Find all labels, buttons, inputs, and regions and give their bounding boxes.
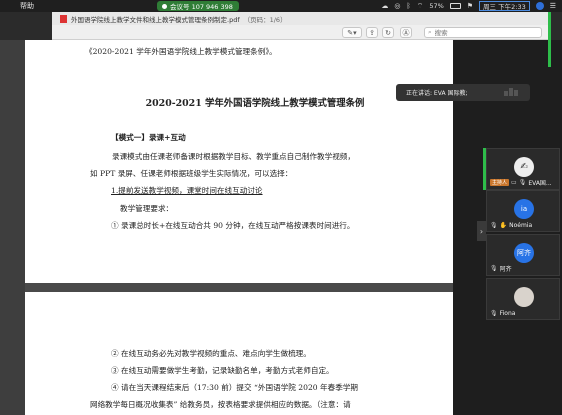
avatar xyxy=(514,287,534,307)
cloud-icon[interactable]: ☁ xyxy=(381,0,388,12)
mic-icon: 🎙 xyxy=(490,265,498,272)
clock: 周三 下午2:33 xyxy=(483,3,526,11)
requirement-4-line2: 网络教学每日概况收集表” 给教务员，按表格要求提供相应的数据。（注意：请 xyxy=(90,400,351,409)
page-count: （页码：1/6） xyxy=(243,15,287,24)
mic-icon: 🎙 xyxy=(490,222,498,229)
battery-percent: 57% xyxy=(429,2,444,10)
pdf-file-icon xyxy=(60,14,67,23)
participant-tile[interactable]: ia 🎙 ✋ Noémia xyxy=(486,190,560,232)
share-indicator-bar xyxy=(548,12,551,67)
battery-icon[interactable] xyxy=(449,3,461,9)
window-title: 外国语学院线上教学文件和线上教学模式管理条例制定.pdf xyxy=(71,15,240,24)
user-avatar-icon[interactable] xyxy=(535,2,544,10)
sidebar-strip xyxy=(0,40,25,415)
preview-toolbar: ✎▾ ⇪ ↻ Ⓐ ⌕ xyxy=(52,25,548,40)
flag-icon[interactable]: ⚑ xyxy=(467,0,473,12)
participant-name-row: 🎙 Fiona xyxy=(490,310,515,317)
avatar: ✍ xyxy=(514,157,534,177)
menu-help[interactable]: 帮助 xyxy=(20,1,34,11)
participant-name: 阿齐 xyxy=(499,266,512,273)
mic-icon: 🎙 xyxy=(518,179,527,186)
participant-name-row: 主持人 ▭ 🎙 EVA国... xyxy=(490,178,552,187)
search-input[interactable] xyxy=(434,28,535,37)
pdf-page-1: 《2020-2021 学年外国语学院线上教学模式管理条例》。 2020-2021… xyxy=(25,40,453,283)
para1-line1: 录课模式由任课老师备课时根据教学目标、教学重点自己制作教学视频， xyxy=(112,152,355,161)
participant-tile[interactable]: 🎙 Fiona xyxy=(486,278,560,320)
audio-level-icon xyxy=(504,88,524,97)
requirements-heading: 教学管理要求： xyxy=(120,204,174,213)
mic-icon: 🎙 xyxy=(490,310,498,317)
participant-tile[interactable]: 阿齐 🎙 阿齐 xyxy=(486,234,560,276)
bluetooth-icon[interactable]: ᛒ xyxy=(407,0,411,12)
share-button[interactable]: ⇪ xyxy=(366,27,378,38)
participant-tile[interactable]: ✍ 主持人 ▭ 🎙 EVA国... xyxy=(486,148,560,190)
participant-name: Fiona xyxy=(499,310,516,317)
pdf-page-2: ② 在线互动务必先对教学视频的重点、难点向学生做梳理。 ③ 在线互动需要做学生考… xyxy=(25,292,453,415)
menu-list-icon[interactable]: ☰ xyxy=(550,0,556,12)
mode-heading: 【模式一】录课+互动 xyxy=(111,133,186,142)
status-tray: ☁ ◎ ᛒ ⌔ 57% ⚑ 周三 下午2:33 ☰ xyxy=(381,0,556,12)
requirement-2: ② 在线互动务必先对教学视频的重点、难点向学生做梳理。 xyxy=(111,349,311,358)
search-icon: ⌕ xyxy=(428,28,432,36)
wechat-icon[interactable]: ◎ xyxy=(394,0,400,12)
markup-pen-button[interactable]: ✎▾ xyxy=(342,27,362,38)
hand-icon: ✋ xyxy=(499,222,508,229)
collapse-panel-icon[interactable]: › xyxy=(477,221,486,241)
participant-name-row: 🎙 ✋ Noémia xyxy=(490,222,532,229)
menu-bar: 帮助 会议号 107 946 398 ☁ ◎ ᛒ ⌔ 57% ⚑ 周三 下午2:… xyxy=(0,0,562,12)
camera-icon: ▭ xyxy=(511,179,517,186)
requirement-3: ③ 在线互动需要做学生考勤，记录缺勤名单，考勤方式老师自定。 xyxy=(111,366,334,375)
meeting-id-pill[interactable]: 会议号 107 946 398 xyxy=(157,1,239,11)
host-badge: 主持人 xyxy=(490,179,510,186)
requirement-1: ① 录课总时长+在线互动合共 90 分钟，在线互动严格按课表时间进行。 xyxy=(111,221,355,230)
item-1: 1.提前发送教学视频，课堂时间在线互动讨论 xyxy=(111,186,263,195)
meeting-id: 会议号 107 946 398 xyxy=(170,3,233,11)
speaking-text: 正在讲话: EVA 国际教; xyxy=(406,90,468,97)
participant-name: Noémia xyxy=(509,222,533,229)
clock-box[interactable]: 周三 下午2:33 xyxy=(479,1,530,11)
annotate-button[interactable]: Ⓐ xyxy=(400,27,412,38)
avatar: ia xyxy=(514,199,534,219)
meeting-dot-icon xyxy=(162,3,167,9)
window-titlebar: 外国语学院线上教学文件和线上教学模式管理条例制定.pdf （页码：1/6） xyxy=(52,12,548,25)
search-field[interactable]: ⌕ xyxy=(424,27,542,38)
participant-name: EVA国... xyxy=(528,180,552,187)
wifi-icon[interactable]: ⌔ xyxy=(417,0,424,12)
rotate-button[interactable]: ↻ xyxy=(382,27,394,38)
speaking-indicator: 正在讲话: EVA 国际教; xyxy=(396,84,530,101)
requirement-4: ④ 请在当天课程结束后（17:30 前）提交 “外国语学院 2020 年春季学期 xyxy=(111,383,359,392)
header-line: 《2020-2021 学年外国语学院线上教学模式管理条例》。 xyxy=(85,47,277,56)
para1-line2: 如 PPT 录屏、任课老师根据班级学生实际情况，可以选择： xyxy=(90,169,293,178)
participant-name-row: 🎙 阿齐 xyxy=(490,264,512,273)
avatar: 阿齐 xyxy=(514,243,534,263)
